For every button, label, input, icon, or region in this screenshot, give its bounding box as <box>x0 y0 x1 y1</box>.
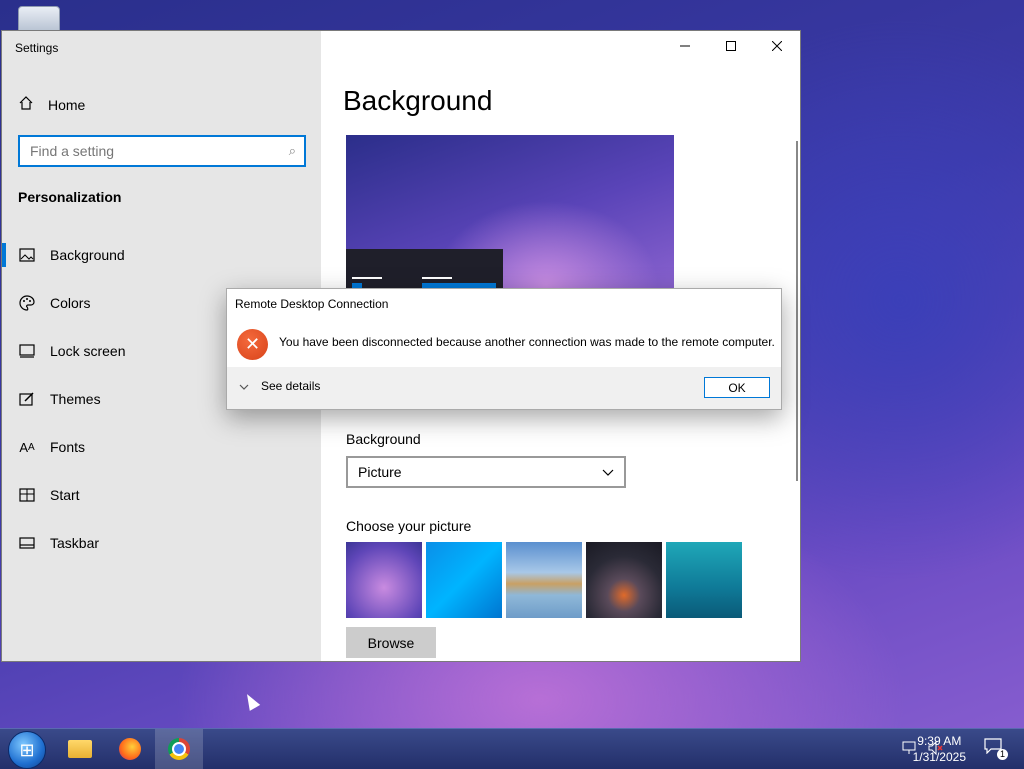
taskbar: ⊞ 9:39 AM 1/31/2025 1 <box>0 728 1024 769</box>
sidebar-item-label: Background <box>50 247 125 263</box>
clock-time: 9:39 AM <box>917 734 962 748</box>
firefox-icon <box>119 738 141 760</box>
fonts-icon: AA <box>19 439 35 455</box>
picture-thumbnail[interactable] <box>506 542 582 618</box>
sidebar-item-label: Themes <box>50 391 101 407</box>
mouse-cursor-icon <box>241 691 261 711</box>
dialog-message: You have been disconnected because anoth… <box>279 335 775 349</box>
background-preview <box>346 135 674 295</box>
chevron-down-icon <box>239 379 249 393</box>
dialog-title: Remote Desktop Connection <box>235 297 389 311</box>
rdp-error-dialog: Remote Desktop Connection ✕ You have bee… <box>226 288 782 410</box>
taskbar-icon <box>18 534 36 552</box>
action-center-button[interactable]: 1 <box>984 738 1008 760</box>
picture-thumbnail[interactable] <box>426 542 502 618</box>
page-title: Background <box>343 85 493 116</box>
picture-thumbnail[interactable] <box>346 542 422 618</box>
chevron-down-icon <box>602 464 614 480</box>
maximize-button[interactable] <box>708 31 754 61</box>
error-icon: ✕ <box>237 329 268 360</box>
sidebar-item-label: Colors <box>50 295 91 311</box>
dropdown-value: Picture <box>358 464 402 480</box>
windows-logo-icon: ⊞ <box>19 739 35 760</box>
file-explorer-button[interactable] <box>56 729 104 769</box>
sidebar-item-home[interactable]: Home <box>18 95 85 114</box>
background-label: Background <box>346 431 421 447</box>
start-button[interactable]: ⊞ <box>8 731 46 769</box>
window-title: Settings <box>15 41 59 55</box>
start-icon <box>18 486 36 504</box>
sidebar-item-taskbar[interactable]: Taskbar <box>2 519 321 567</box>
close-button[interactable] <box>754 31 800 61</box>
themes-icon <box>18 390 36 408</box>
see-details-toggle[interactable]: See details <box>239 379 320 393</box>
clock[interactable]: 9:39 AM 1/31/2025 <box>913 733 966 765</box>
home-icon <box>18 95 34 114</box>
browse-button[interactable]: Browse <box>346 627 436 658</box>
search-icon: ⌕ <box>288 143 296 158</box>
lock-screen-icon <box>18 342 36 360</box>
scrollbar[interactable] <box>796 141 798 481</box>
picture-icon <box>18 246 36 264</box>
section-title: Personalization <box>18 189 122 205</box>
picture-thumbnail[interactable] <box>586 542 662 618</box>
sidebar-item-label: Fonts <box>50 439 86 455</box>
window-controls <box>662 31 800 61</box>
sidebar-item-start[interactable]: Start <box>2 471 321 519</box>
see-details-label: See details <box>261 379 321 393</box>
sidebar-item-label: Lock screen <box>50 343 126 359</box>
palette-icon <box>18 294 36 312</box>
sidebar-item-background[interactable]: Background <box>2 231 321 279</box>
ok-button[interactable]: OK <box>704 377 770 398</box>
sidebar-item-label: Taskbar <box>50 535 100 551</box>
home-label: Home <box>48 96 86 113</box>
firefox-button[interactable] <box>106 729 154 769</box>
chrome-icon <box>168 738 190 760</box>
chrome-button[interactable] <box>155 729 203 769</box>
notification-count: 1 <box>997 749 1008 760</box>
minimize-button[interactable] <box>662 31 708 61</box>
clock-date: 1/31/2025 <box>912 750 966 764</box>
dialog-footer: See details OK <box>227 367 781 409</box>
sidebar-item-label: Start <box>50 487 80 503</box>
choose-picture-label: Choose your picture <box>346 518 472 534</box>
recycle-bin-icon[interactable] <box>18 6 60 32</box>
picture-thumbnail[interactable] <box>666 542 742 618</box>
folder-icon <box>68 740 92 758</box>
search-box[interactable]: ⌕ <box>18 135 306 167</box>
sidebar-item-fonts[interactable]: AA Fonts <box>2 423 321 471</box>
background-dropdown[interactable]: Picture <box>346 456 626 488</box>
search-input[interactable] <box>28 142 289 160</box>
picture-thumbnails <box>346 542 742 618</box>
